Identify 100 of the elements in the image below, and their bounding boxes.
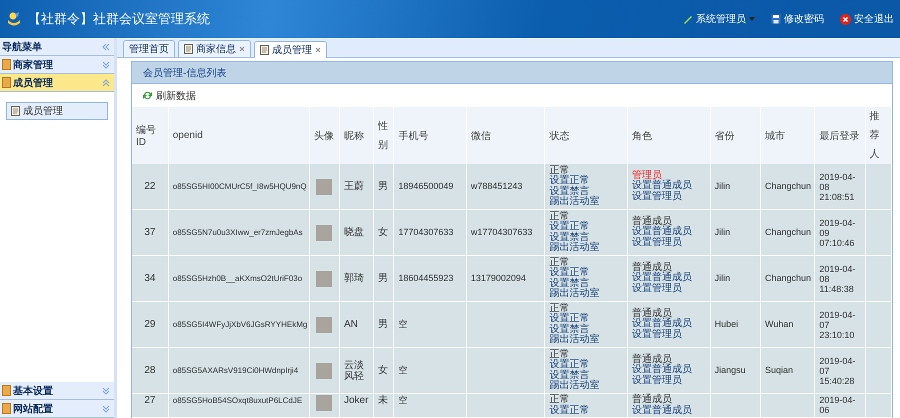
book-icon	[2, 385, 11, 396]
close-icon[interactable]	[239, 46, 245, 52]
photo-placeholder	[316, 270, 332, 286]
table-cell: Jiangsu	[710, 348, 760, 394]
change-password-link[interactable]: 修改密码	[771, 12, 824, 26]
table-cell: 2019-04-08 21:08:51	[814, 164, 866, 210]
collapse-sidebar-icon[interactable]	[102, 42, 110, 50]
close-icon	[840, 14, 851, 24]
photo-placeholder	[316, 395, 332, 411]
table-cell: w788451243	[466, 164, 545, 210]
menu-group[interactable]: 网站配置	[0, 400, 114, 418]
role-action-link[interactable]: 设置普通成员	[632, 181, 706, 192]
tab[interactable]: 管理首页	[123, 40, 175, 57]
table-cell: Suqian	[760, 348, 815, 394]
table-cell: o85SG5HI00CMUrC5f_I8w5HQU9nQ	[168, 164, 310, 210]
logo-icon	[6, 11, 22, 27]
table-cell: 空	[394, 302, 466, 348]
status-action-link[interactable]: 踢出活动室	[549, 289, 624, 300]
status-action-link[interactable]: 设置禁言	[549, 370, 624, 381]
status-action-link[interactable]: 踢出活动室	[549, 243, 624, 254]
table-cell: Jilin	[710, 256, 760, 302]
column-header: 省份	[710, 107, 760, 164]
status-action-link[interactable]: 设置正常	[549, 360, 624, 370]
status-action-link[interactable]: 设置正常	[549, 222, 624, 232]
status-action-link[interactable]: 设置禁言	[549, 324, 624, 335]
role-action-link[interactable]: 设置普通成员	[632, 227, 706, 238]
book-icon	[2, 59, 11, 70]
table-cell: 34	[132, 256, 168, 302]
table-cell: o85SG5Hzh0B__aKXmsO2tUriF03o	[168, 256, 310, 302]
column-header: 最后登录	[814, 107, 866, 164]
tab[interactable]: 成员管理	[254, 41, 327, 58]
role-action-link[interactable]: 设置管理员	[632, 192, 706, 202]
role-action-link[interactable]: 设置普通成员	[632, 406, 706, 416]
table-cell: 2019-04-08 11:48:38	[814, 256, 866, 302]
column-header: 昵称	[339, 107, 374, 164]
column-header: 编号ID	[132, 107, 168, 164]
close-icon[interactable]	[315, 47, 321, 53]
table-cell: 13179002094	[466, 256, 545, 302]
expand-icon[interactable]	[102, 404, 110, 412]
table-cell: 空	[394, 348, 466, 394]
column-header: 城市	[760, 107, 815, 164]
menu-group[interactable]: 商家管理	[0, 56, 114, 74]
role-action-link[interactable]: 设置普通成员	[632, 273, 706, 284]
status-text: 正常	[549, 258, 570, 268]
book-icon	[2, 77, 11, 88]
table-cell: 郭琦	[339, 256, 374, 302]
photo-placeholder	[316, 316, 332, 332]
status-action-link[interactable]: 踢出活动室	[549, 381, 624, 392]
expand-icon[interactable]	[102, 60, 110, 68]
table-cell: AN	[339, 302, 374, 348]
table-cell: Hubei	[710, 302, 760, 348]
column-header: 头像	[309, 107, 340, 164]
table-cell: 云淡风轻	[339, 348, 374, 394]
column-header: 性别	[374, 107, 394, 164]
table-cell: Changchun	[760, 164, 815, 210]
status-action-link[interactable]: 设置禁言	[549, 232, 624, 243]
menu-group[interactable]: 基本设置	[0, 382, 114, 400]
expand-icon[interactable]	[102, 386, 110, 394]
role-action-link[interactable]: 设置管理员	[632, 376, 706, 386]
table-cell: Jilin	[710, 210, 760, 256]
refresh-icon	[142, 90, 153, 101]
status-action-link[interactable]: 踢出活动室	[549, 335, 624, 346]
column-header: 状态	[544, 107, 628, 164]
status-text: 正常	[549, 350, 570, 360]
status-action-link[interactable]: 设置正常	[549, 406, 624, 416]
table-cell: 2019-04-07 23:10:10	[814, 302, 866, 348]
table-cell: 27	[132, 394, 168, 418]
role-text: 普通成员	[632, 354, 672, 365]
refresh-button[interactable]: 刷新数据	[142, 88, 196, 102]
table-cell: o85SG5N7u0u3XIww_er7zmJegbAs	[168, 210, 310, 256]
role-text: 普通成员	[632, 308, 672, 319]
status-action-link[interactable]: 设置禁言	[549, 278, 624, 289]
table-cell: o85SG5HoB54SOxqt8uxutP6LCdJE	[168, 394, 310, 418]
logout-link[interactable]: 安全退出	[840, 12, 894, 26]
collapse-icon[interactable]	[102, 78, 110, 86]
caret-icon	[749, 17, 755, 21]
role-action-link[interactable]: 设置管理员	[632, 238, 706, 248]
role-text: 普通成员	[632, 216, 672, 227]
status-action-link[interactable]: 设置正常	[549, 314, 624, 324]
status-action-link[interactable]: 设置禁言	[549, 186, 624, 197]
table-cell: 18604455923	[394, 256, 466, 302]
status-text: 正常	[549, 395, 570, 405]
photo-placeholder	[316, 362, 332, 378]
role-action-link[interactable]: 设置管理员	[632, 284, 706, 294]
role-action-link[interactable]: 设置普通成员	[632, 365, 706, 376]
menu-item[interactable]: 成员管理	[6, 102, 108, 120]
table-cell: 17704307633	[394, 210, 466, 256]
role-action-link[interactable]: 设置管理员	[632, 330, 706, 340]
status-action-link[interactable]: 踢出活动室	[549, 197, 624, 208]
status-text: 正常	[549, 304, 570, 314]
table-cell: 晓盘	[339, 210, 374, 256]
status-action-link[interactable]: 设置正常	[549, 268, 624, 278]
user-menu[interactable]: 系统管理员	[683, 12, 755, 26]
menu-group[interactable]: 成员管理	[0, 74, 114, 92]
status-text: 正常	[549, 166, 570, 176]
role-action-link[interactable]: 设置普通成员	[632, 319, 706, 330]
tab[interactable]: 商家信息	[178, 40, 251, 57]
status-action-link[interactable]: 设置正常	[549, 176, 624, 186]
role-text: 管理员	[632, 170, 662, 181]
role-text: 普通成员	[632, 395, 672, 405]
